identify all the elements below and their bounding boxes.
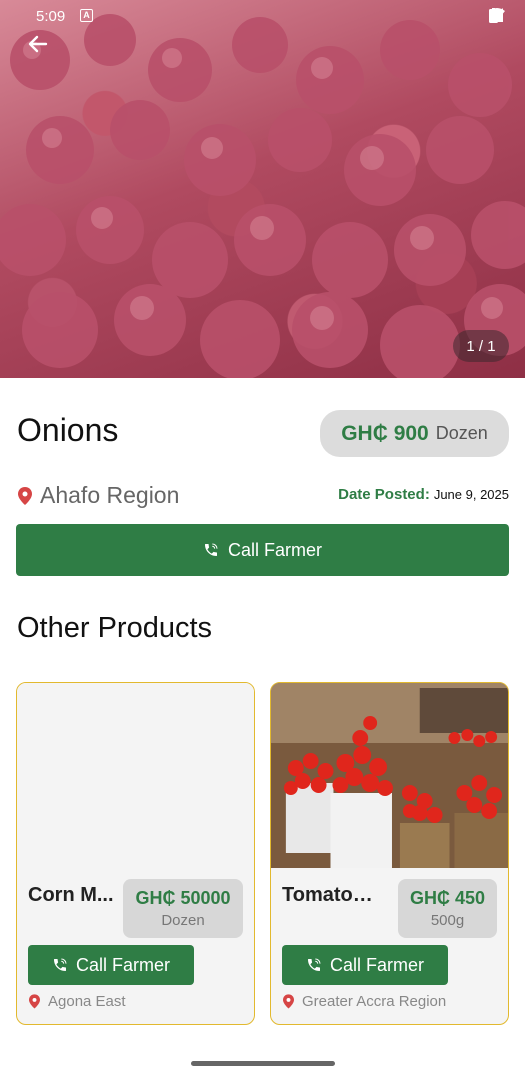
back-button[interactable] [26, 32, 62, 68]
date-label: Date Posted: [338, 486, 430, 503]
tomatoes-photo [271, 683, 508, 868]
price-badge: GH₵ 900 Dozen [320, 410, 509, 457]
product-image[interactable]: 5:09 A 1 / 1 [0, 0, 525, 378]
card-call-farmer-button[interactable]: Call Farmer [282, 945, 448, 985]
arrow-left-icon [28, 35, 48, 53]
date-posted: Date Posted: June 9, 2025 [338, 486, 509, 503]
card-call-farmer-button[interactable]: Call Farmer [28, 945, 194, 985]
product-card[interactable]: Corn M... GH₵ 50000 Dozen Call Farmer Ag… [16, 682, 255, 1025]
location: Ahafo Region [18, 482, 179, 509]
section-title: Other Products [17, 612, 213, 644]
product-card-location-text: Agona East [48, 993, 126, 1010]
product-card-price-value: GH₵ 50000 [135, 888, 231, 908]
location-pin-icon [283, 994, 294, 1009]
card-call-label: Call Farmer [329, 954, 424, 975]
card-call-label: Call Farmer [75, 954, 170, 975]
onions-photo [0, 14, 525, 378]
product-card-image-placeholder [17, 683, 254, 868]
phone-icon [307, 958, 321, 971]
location-text: Ahafo Region [40, 482, 180, 508]
date-value: June 9, 2025 [433, 487, 509, 502]
price-unit: Dozen [435, 423, 488, 443]
product-title: Onions [17, 412, 119, 448]
product-card-price-value: GH₵ 450 [409, 888, 486, 908]
location-pin-icon [18, 486, 32, 505]
location-pin-icon [29, 994, 40, 1009]
product-card-unit: 500g [430, 912, 465, 929]
notification-icon: A [80, 9, 93, 22]
status-time: 5:09 [36, 8, 66, 25]
product-card-location-text: Greater Accra Region [302, 993, 447, 1010]
phone-icon [53, 958, 67, 971]
product-card-price: GH₵ 50000 Dozen [123, 879, 243, 938]
product-card-unit: Dozen [161, 912, 205, 929]
product-card-price: GH₵ 450 500g [398, 879, 497, 938]
call-farmer-button[interactable]: Call Farmer [16, 524, 509, 576]
status-bar: 5:09 A [0, 0, 525, 32]
phone-icon [204, 543, 218, 556]
product-card-name: Corn M... [28, 884, 114, 906]
product-card-name: Tomatoes [282, 884, 374, 906]
product-card-location: Agona East [29, 993, 126, 1010]
image-counter: 1 / 1 [453, 330, 509, 362]
home-indicator[interactable] [191, 1061, 335, 1066]
product-card-location: Greater Accra Region [283, 993, 446, 1010]
call-farmer-label: Call Farmer [227, 539, 322, 560]
product-card[interactable]: Tomatoes GH₵ 450 500g Call Farmer Greate… [270, 682, 509, 1025]
price-value: GH₵ 900 [341, 421, 429, 445]
battery-icon [489, 8, 498, 23]
